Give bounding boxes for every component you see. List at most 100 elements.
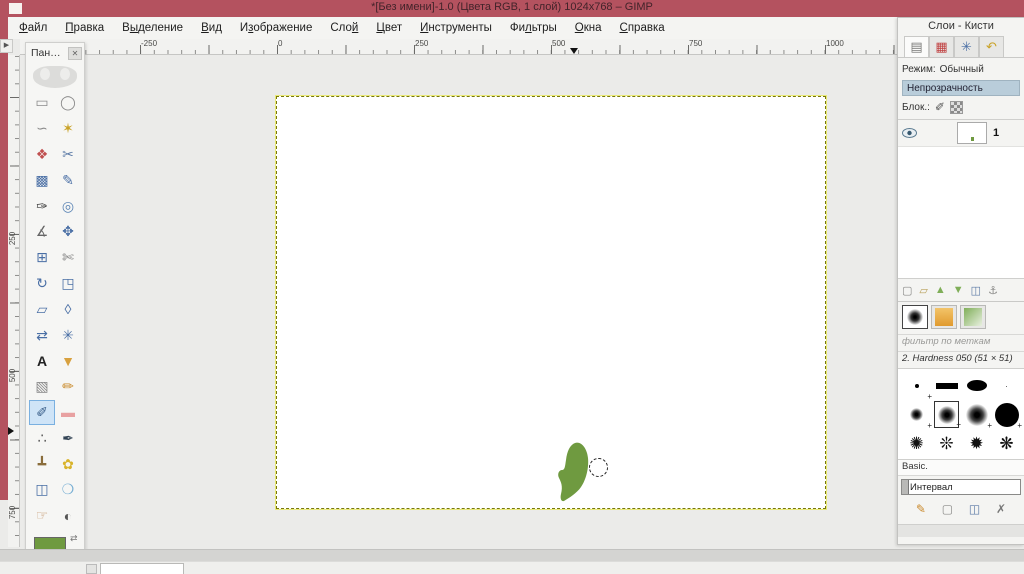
layer-name[interactable]: 1 [993, 127, 999, 139]
layers-tab[interactable]: ▤ [904, 36, 929, 57]
brush-item-mark[interactable]: · [994, 372, 1019, 399]
smudge-tool[interactable]: ☞ [29, 503, 55, 529]
ruler-corner-menu-button[interactable]: ▶ [0, 39, 13, 53]
dock-title[interactable]: Слои - Кисти [898, 18, 1024, 36]
brush-item-solid[interactable]: + [994, 401, 1022, 430]
brush-tag-entry[interactable]: Basic. [898, 460, 1024, 476]
heal-tool[interactable]: ✿ [55, 451, 81, 477]
menu-windows[interactable]: Окна [566, 19, 611, 37]
text-tool[interactable]: A [29, 348, 55, 374]
toolbox-header[interactable]: Пан… ✕ [26, 43, 84, 62]
lock-pixels-icon[interactable]: ✐ [935, 100, 945, 114]
gradients-tab[interactable] [960, 305, 986, 329]
menu-layer[interactable]: Слой [321, 19, 367, 37]
canvas-area[interactable] [20, 55, 897, 547]
crop-tool[interactable]: ✄ [55, 245, 81, 271]
unit-dropdown[interactable] [100, 563, 184, 574]
paths-tab[interactable]: ✳ [954, 36, 979, 57]
edit-brush-button[interactable]: ✎ [916, 502, 926, 516]
color-picker-tool[interactable]: ✑ [29, 193, 55, 219]
opacity-slider[interactable]: Непрозрачность [902, 80, 1020, 96]
rotate-tool[interactable]: ↻ [29, 271, 55, 297]
brush-item-ellipse[interactable] [964, 372, 989, 399]
scale-tool[interactable]: ◳ [55, 271, 81, 297]
layer-visibility-eye-icon[interactable] [902, 128, 917, 138]
bucket-fill-tool[interactable]: ▼ [55, 348, 81, 374]
menu-filters[interactable]: Фильтры [501, 19, 566, 37]
brush-spacing-slider[interactable]: Интервал [901, 479, 1021, 495]
menu-colors[interactable]: Цвет [367, 19, 411, 37]
dodge-burn-tool[interactable]: ◐ [55, 503, 81, 529]
move-tool[interactable]: ✥ [55, 219, 81, 245]
horizontal-scrollbar[interactable] [0, 549, 1024, 561]
select-by-color-tool[interactable]: ❖ [29, 142, 55, 168]
perspective-tool[interactable]: ◊ [55, 296, 81, 322]
paintbrush-tool[interactable]: ✐ [29, 399, 55, 426]
rectangle-select-tool[interactable]: ▭ [29, 90, 55, 116]
foreground-select-tool[interactable]: ▩ [29, 167, 55, 193]
scissors-select-tool[interactable]: ✂ [55, 142, 81, 168]
lock-alpha-icon[interactable] [949, 100, 963, 114]
airbrush-tool[interactable]: ∴ [29, 425, 55, 451]
free-select-tool[interactable]: ∽ [29, 116, 55, 142]
brush-item-bar[interactable] [934, 372, 959, 399]
new-layer-button[interactable]: ▢ [902, 284, 912, 297]
measure-tool[interactable]: ∡ [29, 219, 55, 245]
brush-item-splat[interactable]: ✹ [964, 430, 989, 457]
patterns-tab[interactable] [931, 305, 957, 329]
lower-layer-button[interactable]: ▼ [953, 284, 964, 296]
menu-file[interactable]: Файл [10, 19, 56, 37]
flip-tool[interactable]: ⇄ [29, 322, 55, 348]
brush-item-soft[interactable]: + [904, 401, 932, 430]
cage-transform-tool[interactable]: ✳ [55, 322, 81, 348]
undo-history-tab[interactable]: ↶ [979, 36, 1004, 57]
brush-filter-input[interactable]: фильтр по меткам [898, 334, 1024, 352]
spacing-slider-handle[interactable] [902, 480, 909, 494]
menu-help[interactable]: Справка [611, 19, 674, 37]
title-bar[interactable]: *[Без имени]-1.0 (Цвета RGB, 1 слой) 102… [0, 0, 1024, 17]
brush-item-splat[interactable]: ✺ [904, 430, 929, 457]
raise-layer-button[interactable]: ▲ [935, 284, 946, 296]
brush-item-dot[interactable]: + [904, 372, 932, 401]
horizontal-ruler[interactable]: -250 0 250 500 750 1000 [20, 39, 897, 55]
fuzzy-select-tool[interactable]: ✶ [55, 116, 81, 142]
new-brush-button[interactable]: ▢ [942, 502, 953, 516]
anchor-layer-button[interactable]: ⚓ [988, 284, 998, 297]
blur-sharpen-tool[interactable]: ❍ [55, 477, 81, 503]
channels-tab[interactable]: ▦ [929, 36, 954, 57]
zoom-tool[interactable]: ◎ [55, 193, 81, 219]
delete-brush-button[interactable]: ✗ [996, 502, 1006, 516]
paths-tool[interactable]: ✎ [55, 167, 81, 193]
toolbox-close-button[interactable]: ✕ [68, 46, 82, 60]
quick-mask-toggle[interactable] [86, 564, 97, 574]
menu-image[interactable]: Изображение [231, 19, 321, 37]
ink-tool[interactable]: ✒ [55, 425, 81, 451]
image-canvas[interactable] [276, 96, 826, 509]
alignment-tool[interactable]: ⊞ [29, 245, 55, 271]
mode-dropdown[interactable]: Обычный [940, 64, 984, 75]
brush-item-splat[interactable]: ❋ [994, 430, 1019, 457]
shear-tool[interactable]: ▱ [29, 296, 55, 322]
vertical-ruler[interactable]: 250 500 750 [8, 55, 20, 547]
ellipse-select-tool[interactable]: ◯ [55, 90, 81, 116]
eraser-tool[interactable]: ▬ [55, 400, 81, 426]
menu-view[interactable]: Вид [192, 19, 231, 37]
layer-list: 1 [898, 119, 1024, 279]
gradient-tool[interactable]: ▧ [29, 374, 55, 400]
layer-row[interactable]: 1 [898, 120, 1024, 147]
duplicate-brush-button[interactable]: ◫ [969, 502, 980, 516]
pencil-tool[interactable]: ✏ [55, 374, 81, 400]
menu-select[interactable]: Выделение [113, 19, 192, 37]
swap-colors-icon[interactable]: ⇄ [70, 533, 78, 544]
layer-thumbnail[interactable] [957, 122, 987, 144]
brushes-tab[interactable] [902, 305, 928, 329]
duplicate-layer-button[interactable]: ◫ [971, 284, 981, 297]
perspective-clone-tool[interactable]: ◫ [29, 477, 55, 503]
brush-item-splat[interactable]: ❊ [934, 430, 959, 457]
brush-item-soft[interactable]: + [934, 401, 961, 429]
brush-item-soft[interactable]: + [964, 401, 992, 430]
menu-tools[interactable]: Инструменты [411, 19, 501, 37]
menu-edit[interactable]: Правка [56, 19, 113, 37]
clone-tool[interactable]: ┻ [29, 451, 55, 477]
new-group-button[interactable]: ▱ [919, 284, 927, 297]
